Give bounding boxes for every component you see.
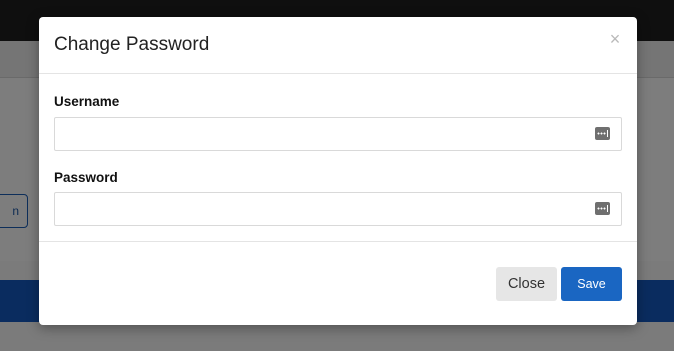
close-icon[interactable]: × xyxy=(608,30,622,48)
background-bottom xyxy=(0,322,674,351)
background-partial-button: n xyxy=(0,194,28,228)
save-button[interactable]: Save xyxy=(561,267,622,301)
password-manager-key-icon[interactable] xyxy=(595,127,610,140)
dialog-body: Username Password xyxy=(39,74,637,242)
username-label: Username xyxy=(54,94,120,109)
dialog-header: Change Password × xyxy=(39,17,637,74)
change-password-dialog: Change Password × Username Password Clos… xyxy=(39,17,637,325)
close-button[interactable]: Close xyxy=(496,267,557,301)
dialog-footer: Close Save xyxy=(39,242,637,325)
password-manager-key-icon[interactable] xyxy=(595,202,610,215)
username-field[interactable] xyxy=(54,117,622,151)
password-label: Password xyxy=(54,170,118,185)
dialog-title: Change Password xyxy=(54,34,210,55)
password-field[interactable] xyxy=(54,192,622,226)
